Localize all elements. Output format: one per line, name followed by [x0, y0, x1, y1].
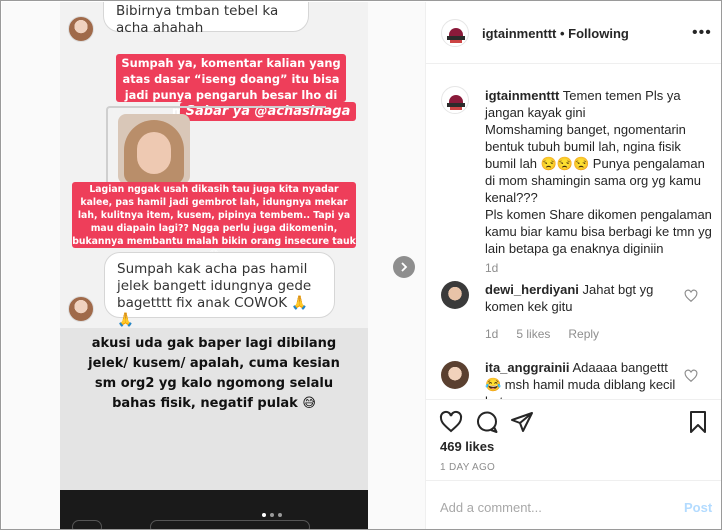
story-chat-bubble-top: Bibirnya tmban tebel ka acha ahahah [103, 2, 309, 36]
share-paper-plane-icon[interactable] [510, 410, 534, 434]
post-side-panel: igtainmenttt • Following ••• igtainmentt… [425, 2, 721, 529]
story-screenshot-image: Bibirnya tmban tebel ka acha ahahah Sump… [60, 2, 368, 529]
comment-like-heart-icon[interactable] [684, 369, 698, 383]
caption-username-link[interactable]: igtainmenttt [485, 88, 559, 103]
post-media: Bibirnya tmban tebel ka acha ahahah Sump… [2, 2, 425, 529]
story-pink-text-1: Sumpah ya, komentar kalian yang atas das… [116, 54, 346, 118]
comment-like-heart-icon[interactable] [684, 289, 698, 303]
comment-avatar[interactable] [441, 361, 469, 389]
following-button[interactable]: Following [568, 26, 629, 41]
comment-likes[interactable]: 5 likes [516, 327, 550, 341]
caption-avatar[interactable] [441, 86, 469, 114]
like-heart-icon[interactable] [439, 410, 463, 434]
carousel-dot-active [262, 513, 266, 517]
story-chat-bubble-mid: Sumpah kak acha pas hamil jelek bangett … [104, 252, 335, 328]
comment-bubble-icon[interactable] [475, 410, 499, 434]
header-user-line: igtainmenttt • Following [482, 26, 629, 41]
story-avatar-top [68, 16, 94, 42]
add-comment-input[interactable]: Add a comment... [440, 500, 542, 515]
media-letterbox-left [2, 2, 60, 529]
comment-time[interactable]: 1d [485, 327, 498, 341]
story-avatar-mid [68, 296, 94, 322]
account-avatar[interactable] [441, 19, 469, 47]
story-pink-text-2: Lagian nggak usah dikasih tau juga kita … [72, 182, 356, 260]
post-caption: igtainmenttt Temen temen Pls ya jangan k… [485, 87, 713, 257]
story-caption-text: akusi uda gak baper lagi dibilang jelek/… [88, 336, 340, 411]
story-bottom-bar [60, 490, 368, 529]
header-separator: • [556, 26, 569, 41]
comment-username-link[interactable]: ita_anggrainii [485, 360, 570, 375]
post-comment-button[interactable]: Post [684, 500, 712, 515]
comment-username-link[interactable]: dewi_herdiyani [485, 282, 579, 297]
comments-list[interactable]: igtainmenttt Temen temen Pls ya jangan k… [426, 65, 721, 399]
caption-text: Temen temen Pls ya jangan kayak gini Mom… [485, 88, 712, 256]
carousel-dots [260, 511, 290, 519]
next-image-button[interactable] [393, 256, 415, 278]
instagram-post-window: Bibirnya tmban tebel ka acha ahahah Sump… [0, 0, 722, 530]
chevron-right-icon [401, 262, 408, 272]
reply-button[interactable]: Reply [568, 327, 599, 341]
likes-count[interactable]: 469 likes [440, 439, 494, 454]
carousel-dot [278, 513, 282, 517]
more-options-icon[interactable]: ••• [692, 24, 712, 42]
caption-time[interactable]: 1d [485, 261, 498, 275]
header-username-link[interactable]: igtainmenttt [482, 26, 556, 41]
save-bookmark-icon[interactable] [686, 410, 710, 434]
add-comment-bar: Add a comment... Post [426, 480, 721, 529]
post-time-ago[interactable]: 1 DAY AGO [440, 462, 495, 473]
post-header: igtainmenttt • Following ••• [426, 2, 721, 64]
comment-avatar[interactable] [441, 281, 469, 309]
comment-meta: 1d 5 likes Reply [485, 327, 617, 341]
carousel-dot [270, 513, 274, 517]
story-profile-photo [118, 114, 190, 184]
